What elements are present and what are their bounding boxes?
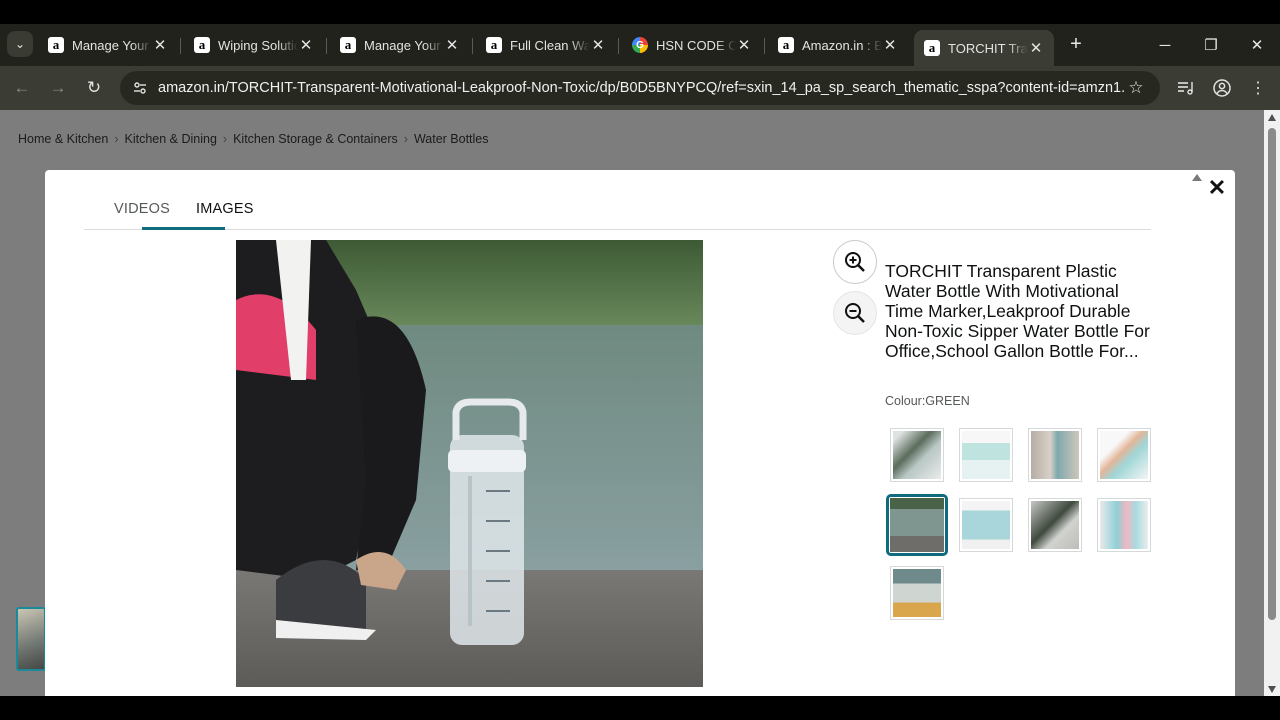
amazon-favicon-icon: a	[486, 37, 502, 53]
tab-title: TORCHIT Tran	[948, 40, 1028, 56]
background-thumbnail[interactable]	[16, 607, 46, 671]
tab-title: Manage Your	[364, 37, 441, 53]
zoom-out-button[interactable]	[833, 291, 877, 335]
tab-close-icon[interactable]: ✕	[736, 36, 752, 54]
modal-scroll-up-icon[interactable]	[1192, 174, 1202, 181]
breadcrumb-link[interactable]: Kitchen & Dining	[125, 132, 217, 146]
bottom-black-bar	[0, 696, 1280, 720]
zoom-in-icon	[845, 252, 865, 272]
address-bar[interactable]: amazon.in/TORCHIT-Transparent-Motivation…	[120, 71, 1160, 105]
main-product-image[interactable]	[236, 240, 703, 687]
amazon-favicon-icon: a	[924, 40, 940, 56]
restore-icon[interactable]: ❐	[1198, 32, 1224, 58]
active-tab-indicator	[142, 227, 225, 230]
amazon-favicon-icon: a	[778, 37, 794, 53]
breadcrumb-link[interactable]: Home & Kitchen	[18, 132, 108, 146]
window-close-icon[interactable]: ✕	[1244, 32, 1270, 58]
chevron-right-icon: ›	[403, 132, 408, 146]
thumbnail-4[interactable]	[1097, 428, 1151, 482]
browser-window: ⌄ a Manage Your ✕ a Wiping Solutic ✕ a M…	[0, 0, 1280, 720]
thumbnail-3[interactable]	[1028, 428, 1082, 482]
chevron-right-icon: ›	[114, 132, 119, 146]
tab-images[interactable]: IMAGES	[196, 201, 254, 217]
thumbnail-5-selected[interactable]	[886, 494, 948, 556]
breadcrumb-link[interactable]: Water Bottles	[414, 132, 489, 146]
tab-title: Full Clean Wa	[510, 37, 590, 53]
tab-search-icon[interactable]: ⌄	[7, 31, 33, 57]
tab-3[interactable]: a Full Clean Wa ✕	[476, 30, 616, 60]
zoom-in-button[interactable]	[833, 240, 877, 284]
thumbnail-2[interactable]	[959, 428, 1013, 482]
tab-title: Amazon.in : B	[802, 37, 882, 53]
media-tabs: VIDEOS IMAGES	[84, 170, 1151, 230]
tab-5[interactable]: a Amazon.in : B ✕	[768, 30, 908, 60]
minimize-icon[interactable]: ─	[1152, 32, 1178, 58]
amazon-favicon-icon: a	[194, 37, 210, 53]
thumbnail-7[interactable]	[1028, 498, 1082, 552]
tab-strip: ⌄ a Manage Your ✕ a Wiping Solutic ✕ a M…	[0, 24, 1280, 66]
tab-title: Wiping Solutic	[218, 37, 298, 53]
thumbnail-9[interactable]	[890, 566, 944, 620]
tab-6-active[interactable]: a TORCHIT Tran ✕	[914, 30, 1054, 66]
amazon-favicon-icon: a	[48, 37, 64, 53]
tab-0[interactable]: a Manage Your ✕	[38, 30, 178, 60]
thumbnail-8[interactable]	[1097, 498, 1151, 552]
more-menu-icon[interactable]: ⋮	[1246, 76, 1270, 100]
thumbnail-6[interactable]	[959, 498, 1013, 552]
google-favicon-icon: G	[632, 37, 648, 53]
new-tab-plus-icon[interactable]: +	[1064, 32, 1088, 56]
tab-title: Manage Your	[72, 37, 149, 53]
browser-toolbar: ← → ↻ amazon.in/TORCHIT-Transparent-Moti…	[0, 66, 1280, 110]
tab-close-icon[interactable]: ✕	[590, 36, 606, 54]
bookmark-star-icon[interactable]: ☆	[1124, 76, 1148, 100]
chevron-right-icon: ›	[222, 132, 228, 146]
tab-close-icon[interactable]: ✕	[444, 36, 460, 54]
product-title: TORCHIT Transparent Plastic Water Bottle…	[885, 261, 1150, 361]
media-control-icon[interactable]	[1174, 76, 1198, 100]
tab-close-icon[interactable]: ✕	[152, 36, 168, 54]
site-info-icon[interactable]	[130, 78, 150, 98]
reload-icon[interactable]: ↻	[80, 74, 108, 102]
tab-2[interactable]: a Manage Your ✕	[330, 30, 470, 60]
tab-4[interactable]: G HSN CODE OF ✕	[622, 30, 762, 60]
breadcrumb-link[interactable]: Kitchen Storage & Containers	[233, 132, 398, 146]
tab-1[interactable]: a Wiping Solutic ✕	[184, 30, 324, 60]
colour-label: Colour:GREEN	[885, 394, 970, 408]
tab-title: HSN CODE OF	[656, 37, 736, 53]
breadcrumb: Home & Kitchen › Kitchen & Dining › Kitchen …	[18, 132, 489, 146]
tab-close-icon[interactable]: ✕	[1028, 39, 1044, 57]
scroll-thumb[interactable]	[1268, 128, 1276, 620]
tab-close-icon[interactable]: ✕	[298, 36, 314, 54]
zoom-out-icon	[845, 303, 865, 323]
scroll-up-icon[interactable]	[1268, 114, 1276, 121]
page-content: Home & Kitchen › Kitchen & Dining › Kitchen …	[0, 110, 1264, 696]
url-text[interactable]: amazon.in/TORCHIT-Transparent-Motivation…	[158, 80, 1124, 96]
image-viewer-modal: ✕ VIDEOS IMAGES TORCHIT Transparent Plas…	[45, 170, 1235, 696]
thumbnail-1[interactable]	[890, 428, 944, 482]
page-scrollbar[interactable]	[1264, 110, 1280, 696]
amazon-favicon-icon: a	[340, 37, 356, 53]
scroll-down-icon[interactable]	[1268, 686, 1276, 693]
tab-close-icon[interactable]: ✕	[882, 36, 898, 54]
top-black-bar	[0, 0, 1280, 24]
tab-videos[interactable]: VIDEOS	[114, 201, 170, 217]
profile-icon[interactable]	[1210, 76, 1234, 100]
back-arrow-icon[interactable]: ←	[8, 74, 36, 102]
modal-close-icon[interactable]: ✕	[1205, 175, 1229, 200]
forward-arrow-icon[interactable]: →	[44, 74, 72, 102]
